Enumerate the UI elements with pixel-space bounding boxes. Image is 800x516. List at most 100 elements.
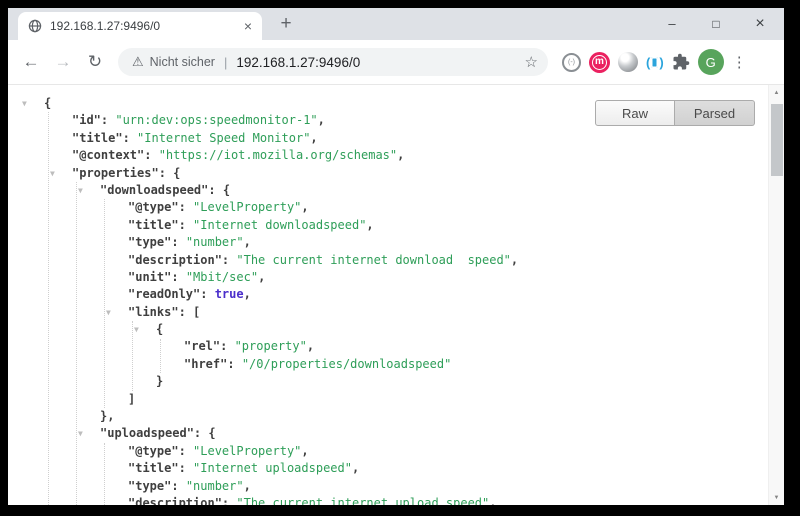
- tab-title: 192.168.1.27:9496/0: [50, 19, 236, 33]
- json-token: "downloadspeed": [100, 183, 208, 197]
- json-token: ,: [366, 218, 373, 232]
- json-line: "title": "Internet uploadspeed",: [8, 460, 768, 477]
- parsed-button[interactable]: Parsed: [675, 100, 755, 126]
- json-token: "title": [128, 218, 179, 232]
- profile-avatar[interactable]: G: [698, 49, 724, 75]
- maximize-button[interactable]: □: [694, 8, 738, 39]
- json-token: :: [171, 479, 185, 493]
- omnibox-separator: |: [224, 55, 227, 70]
- json-token: :: [179, 461, 193, 475]
- collapse-triangle-icon[interactable]: ▼: [22, 95, 27, 112]
- json-token: ,: [244, 235, 251, 249]
- pink-m-extension-icon[interactable]: m: [589, 52, 610, 73]
- chrome-menu-icon[interactable]: ⋮: [732, 53, 746, 71]
- json-token: ,: [301, 444, 308, 458]
- browser-window: 192.168.1.27:9496/0 × + – □ × ← → ↻ ⚠ Ni…: [8, 8, 784, 505]
- json-line: "@context": "https://iot.mozilla.org/sch…: [8, 147, 768, 164]
- jsonview-extension-icon[interactable]: (-): [562, 53, 581, 72]
- json-token: ,: [318, 113, 325, 127]
- browser-tab[interactable]: 192.168.1.27:9496/0 ×: [18, 12, 262, 40]
- json-token: "Internet downloadspeed": [193, 218, 366, 232]
- json-line: "rel": "property",: [8, 338, 768, 355]
- collapse-triangle-icon[interactable]: ▼: [106, 304, 111, 321]
- json-token: "properties": [72, 166, 159, 180]
- json-token: :: [179, 218, 193, 232]
- json-token: "readOnly": [128, 287, 200, 301]
- scroll-up-arrow-icon[interactable]: ▲: [769, 85, 784, 100]
- json-token: "The current internet download speed": [236, 253, 511, 267]
- bookmark-star-icon[interactable]: ☆: [525, 53, 538, 71]
- json-token: "The current internet upload speed": [236, 496, 489, 505]
- json-token: ,: [301, 200, 308, 214]
- json-token: :: [123, 131, 137, 145]
- json-token: {: [44, 96, 51, 110]
- url-text[interactable]: 192.168.1.27:9496/0: [236, 55, 360, 70]
- json-token: "unit": [128, 270, 171, 284]
- json-token: ,: [244, 479, 251, 493]
- json-token: :: [171, 270, 185, 284]
- json-token: :: [171, 235, 185, 249]
- json-token: "/0/properties/downloadspeed": [242, 357, 452, 371]
- json-token: : {: [159, 166, 181, 180]
- collapse-triangle-icon[interactable]: ▼: [50, 165, 55, 182]
- json-token: true: [215, 287, 244, 301]
- back-button[interactable]: ←: [16, 47, 46, 77]
- browser-toolbar: ← → ↻ ⚠ Nicht sicher | 192.168.1.27:9496…: [8, 40, 784, 85]
- json-token: "@type": [128, 444, 179, 458]
- json-token: : {: [208, 183, 230, 197]
- collapse-triangle-icon[interactable]: ▼: [78, 182, 83, 199]
- blue-formatter-extension-icon[interactable]: ( ): [646, 55, 664, 70]
- json-token: :: [179, 444, 193, 458]
- raw-button[interactable]: Raw: [595, 100, 675, 126]
- collapse-triangle-icon[interactable]: ▼: [78, 425, 83, 442]
- json-line: "@type": "LevelProperty",: [8, 443, 768, 460]
- json-token: ,: [397, 148, 404, 162]
- json-token: "href": [184, 357, 227, 371]
- json-line: "@type": "LevelProperty",: [8, 199, 768, 216]
- json-line: "type": "number",: [8, 478, 768, 495]
- blue-slot-shape: [651, 57, 658, 68]
- window-controls: – □ ×: [650, 8, 782, 39]
- json-code: ▼{"id": "urn:dev:ops:speedmonitor-1","ti…: [8, 85, 768, 505]
- page-content: Raw Parsed ▼{"id": "urn:dev:ops:speedmon…: [8, 85, 784, 505]
- json-token: "Mbit/sec": [186, 270, 258, 284]
- json-line: "href": "/0/properties/downloadspeed": [8, 356, 768, 373]
- json-line: ]: [8, 391, 768, 408]
- vertical-scrollbar[interactable]: ▲ ▼: [768, 85, 784, 505]
- not-secure-warning-icon[interactable]: ⚠: [132, 54, 144, 70]
- security-label[interactable]: Nicht sicher: [150, 55, 215, 69]
- json-token: ,: [307, 339, 314, 353]
- scrollbar-thumb[interactable]: [771, 104, 783, 176]
- json-token: "https://iot.mozilla.org/schemas": [159, 148, 397, 162]
- json-token: "rel": [184, 339, 220, 353]
- address-bar[interactable]: ⚠ Nicht sicher | 192.168.1.27:9496/0 ☆: [118, 48, 548, 76]
- json-token: ,: [352, 461, 359, 475]
- json-token: ,: [244, 287, 251, 301]
- minimize-button[interactable]: –: [650, 8, 694, 39]
- json-token: :: [220, 339, 234, 353]
- collapse-triangle-icon[interactable]: ▼: [134, 321, 139, 338]
- extensions-puzzle-icon[interactable]: [672, 53, 690, 71]
- json-token: "@context": [72, 148, 144, 162]
- scroll-down-arrow-icon[interactable]: ▼: [769, 490, 784, 505]
- json-token: "title": [72, 131, 123, 145]
- sphere-extension-icon[interactable]: [618, 52, 638, 72]
- screenshot-root: { "browser": { "tab": { "title": "192.16…: [0, 0, 800, 516]
- json-token: :: [144, 148, 158, 162]
- new-tab-button[interactable]: +: [272, 10, 300, 38]
- json-line: "readOnly": true,: [8, 286, 768, 303]
- close-button[interactable]: ×: [738, 8, 782, 39]
- tab-close-icon[interactable]: ×: [244, 19, 252, 33]
- pink-m-letter: m: [592, 55, 607, 70]
- json-token: :: [101, 113, 115, 127]
- forward-button[interactable]: →: [48, 47, 78, 77]
- paren-right: ): [659, 55, 663, 70]
- json-token: "Internet Speed Monitor": [137, 131, 310, 145]
- json-token: "@type": [128, 200, 179, 214]
- indent-guide: [132, 321, 133, 391]
- reload-button[interactable]: ↻: [80, 47, 110, 77]
- indent-guide: [48, 112, 49, 505]
- json-token: "description": [128, 496, 222, 505]
- json-token: "LevelProperty": [193, 444, 301, 458]
- json-token: "id": [72, 113, 101, 127]
